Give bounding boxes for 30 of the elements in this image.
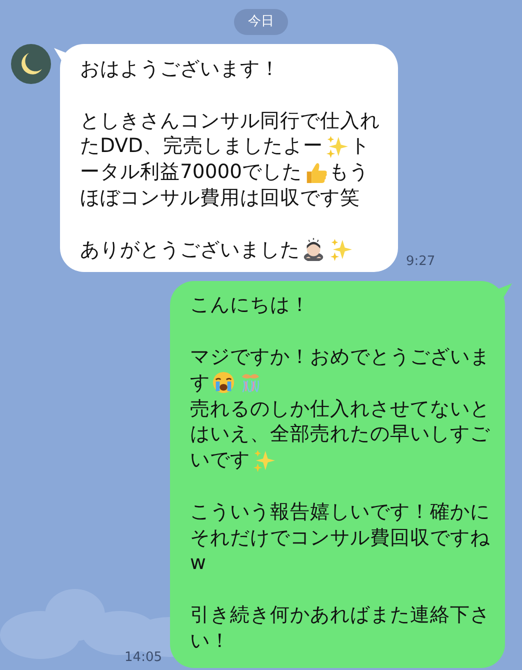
message-text: こういう報告嬉しいです！確かに xyxy=(190,498,490,525)
message-text: 売れるのしか仕入れさせてないと xyxy=(190,396,490,422)
message-text: す xyxy=(190,370,210,396)
bowing-figure-icon xyxy=(302,238,325,261)
message-text: ありがとうございました xyxy=(80,236,300,262)
sparkles-icon xyxy=(325,134,348,158)
avatar-icon[interactable] xyxy=(11,44,51,84)
thumbs-up-icon xyxy=(304,160,328,184)
message-text: ほぼコンサル費用は回収です笑 xyxy=(80,184,360,211)
message-text: いです xyxy=(190,447,250,473)
message-text: マジですか！おめでとうございま xyxy=(190,344,490,370)
confetti-ball-icon xyxy=(239,371,262,394)
message-text: い！ xyxy=(190,628,230,654)
message-text: それだけでコンサル費回収ですね xyxy=(190,524,490,550)
message-text: こんにちは！ xyxy=(190,292,310,318)
crying-icon xyxy=(212,371,235,394)
message-text: おはようございます！ xyxy=(80,56,280,82)
message-text: たDVD、完売しましたよー xyxy=(80,133,324,160)
message-time: 9:27 xyxy=(406,254,436,272)
message-text: はいえ、全部売れたの早いしすご xyxy=(190,421,490,448)
message-text: 引き続き何かあればまた連絡下さ xyxy=(190,602,490,628)
message-text: ータル利益70000でした xyxy=(80,159,302,185)
date-label: 今日 xyxy=(234,9,288,35)
message-time: 14:05 xyxy=(124,650,162,667)
message-text: としきさんコンサル同行で仕入れ xyxy=(80,108,380,134)
sparkles-icon xyxy=(252,448,275,472)
message-text: w xyxy=(190,550,206,576)
message-text: ト xyxy=(350,133,370,160)
message-text: もう xyxy=(329,159,370,185)
sparkles-icon xyxy=(329,238,352,261)
